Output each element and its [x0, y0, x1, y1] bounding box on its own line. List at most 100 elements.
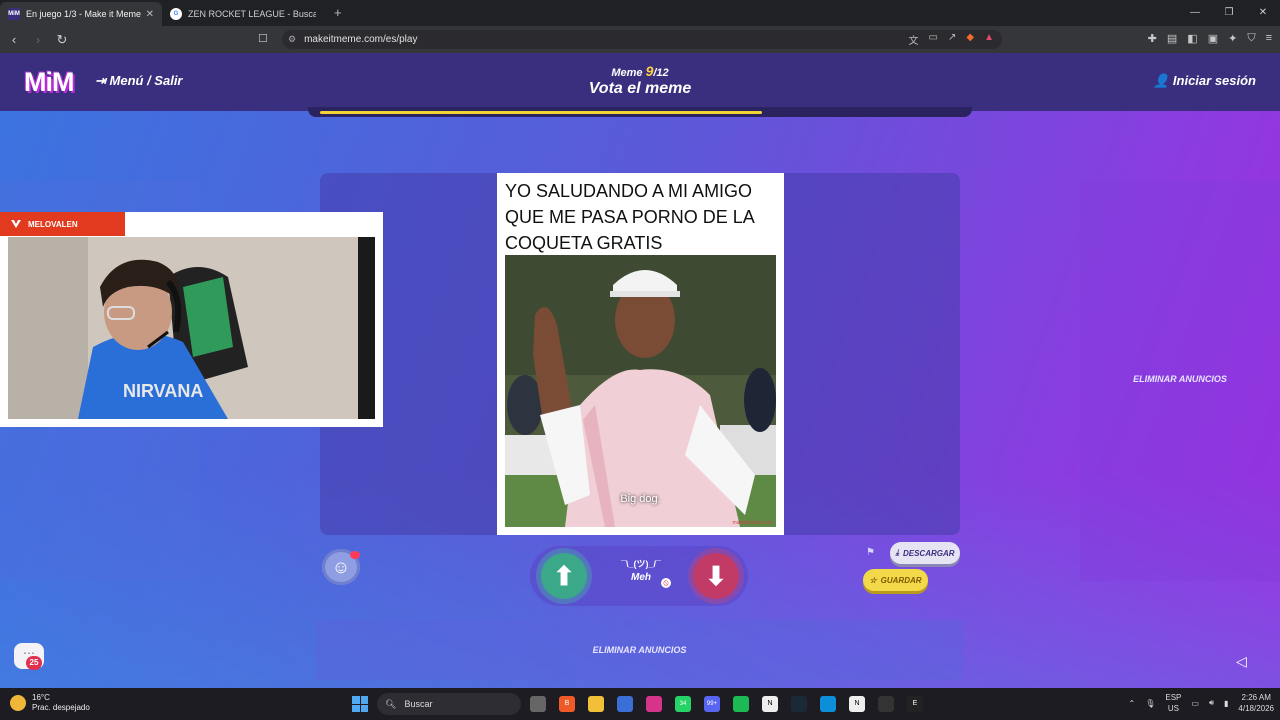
site-info-icon[interactable]: ⚙ [288, 34, 296, 45]
vpn-icon[interactable]: ⛉ [1247, 32, 1255, 45]
meme-subtitle: Big dog. [620, 493, 661, 505]
brave-rewards-icon[interactable]: ▲ [984, 32, 994, 47]
microphone-icon[interactable]: 🎙︎ [1145, 699, 1155, 708]
extensions-icon[interactable]: ✚ [1148, 32, 1157, 45]
taskbar-search[interactable]: 🔍︎ Buscar [377, 693, 521, 715]
system-tray: ⌃ 🎙︎ ESP US ▭ 🔊︎ ▮ 2:26 AM 4/18/2026 [1129, 692, 1274, 714]
game-page: MiM ⇥ Menú / Salir Meme 9/12 Vota el mem… [0, 53, 1280, 688]
menu-icon[interactable]: ≡ [1266, 32, 1272, 45]
wallet-icon[interactable]: ▣ [1208, 32, 1218, 45]
forward-icon[interactable]: › [28, 32, 48, 47]
sound-toggle-icon[interactable]: ◁ [1236, 653, 1247, 670]
reaction-heart-icon [350, 551, 360, 559]
weather-temp: 16°C [32, 693, 50, 702]
upvote-button[interactable]: ⬆ [541, 553, 587, 599]
obs-icon[interactable] [878, 696, 894, 712]
webcam-channel-badge: MELOVALEN [0, 212, 125, 236]
windows-taskbar: 16°C Prac. despejado 🔍︎ Buscar B 34 99+ … [0, 688, 1280, 720]
close-tab-icon[interactable]: ✕ [146, 9, 154, 20]
notion-icon[interactable]: N [762, 696, 778, 712]
network-icon[interactable]: ▭ [1191, 699, 1199, 708]
arrow-up-icon: ⬆ [553, 560, 575, 591]
brave-shield-icon[interactable]: ◆ [966, 32, 974, 47]
tab-title: En juego 1/3 - Make it Meme [26, 9, 142, 19]
download-label: DESCARGAR [902, 548, 955, 558]
shrug-emoticon: ¯\_(ツ)_/¯ [621, 559, 661, 569]
task-view-icon[interactable] [530, 696, 546, 712]
report-flag-icon[interactable]: ⚑ [866, 547, 875, 558]
arrow-down-icon: ⬇ [705, 560, 727, 591]
taskbar-search-placeholder: Buscar [404, 699, 433, 709]
svg-text:NIRVANA: NIRVANA [123, 381, 203, 401]
meme-watermark: makeitmeme.com [732, 520, 772, 526]
share-icon[interactable]: ↗ [948, 32, 956, 47]
epic-games-icon[interactable]: E [907, 696, 923, 712]
file-explorer-icon[interactable] [588, 696, 604, 712]
cast-icon[interactable]: ▭ [929, 32, 938, 47]
restore-icon[interactable]: ❐ [1212, 0, 1246, 26]
channel-logo-icon [10, 218, 22, 232]
address-bar: ‹ › ↻ ☐ ⚙ makeitmeme.com/es/play 文 ▭ ↗ ◆… [0, 26, 1280, 53]
minimize-icon[interactable]: — [1178, 0, 1212, 26]
clock[interactable]: 2:26 AM 4/18/2026 [1238, 692, 1274, 714]
round-indicator: Meme 9/12 Vota el meme [0, 63, 1280, 98]
new-tab-icon[interactable]: + [334, 5, 342, 26]
tab-make-it-meme[interactable]: MiM En juego 1/3 - Make it Meme ✕ [0, 2, 162, 26]
save-button[interactable]: ☆ GUARDAR [863, 569, 928, 591]
weather-moon-icon [10, 695, 26, 711]
url-text: makeitmeme.com/es/play [304, 34, 418, 45]
remove-ads-link-bottom[interactable]: ELIMINAR ANUNCIOS [593, 645, 687, 655]
search-icon: 🔍︎ [385, 698, 397, 709]
edge-icon[interactable] [820, 696, 836, 712]
leo-ai-icon[interactable]: ✦ [1228, 32, 1237, 45]
page-title: Vota el meme [588, 80, 692, 97]
round-total: /12 [653, 67, 669, 79]
show-hidden-icons-icon[interactable]: ⌃ [1129, 699, 1136, 708]
meh-label: Meh [631, 572, 651, 583]
reload-icon[interactable]: ↻ [52, 32, 72, 48]
sidebar-icon[interactable]: ◧ [1187, 32, 1197, 45]
spotify-icon[interactable] [733, 696, 749, 712]
instagram-icon[interactable] [646, 696, 662, 712]
store-icon[interactable] [617, 696, 633, 712]
translate-icon[interactable]: 文 [909, 32, 919, 47]
browser-tabstrip: MiM En juego 1/3 - Make it Meme ✕ G ZEN … [0, 0, 1280, 26]
downvote-button[interactable]: ⬇ [693, 553, 739, 599]
weather-widget[interactable]: 16°C Prac. despejado [10, 693, 90, 713]
login-button[interactable]: 👤 Iniciar sesión [1153, 73, 1256, 89]
whatsapp-icon[interactable]: 34 [675, 696, 691, 712]
weather-desc: Prac. despejado [32, 703, 90, 712]
discord-icon[interactable]: 99+ [704, 696, 720, 712]
tab-google-search[interactable]: G ZEN ROCKET LEAGUE - Buscar con G [162, 2, 324, 26]
meme-image: Big dog. makeitmeme.com [505, 255, 776, 527]
meme-card: YO SALUDANDO A MI AMIGO QUE ME PASA PORN… [497, 173, 784, 535]
url-field[interactable]: ⚙ makeitmeme.com/es/play 文 ▭ ↗ ◆ ▲ [282, 30, 1002, 49]
user-icon: 👤 [1153, 73, 1170, 88]
clock-date: 4/18/2026 [1238, 704, 1274, 713]
save-label: GUARDAR [880, 575, 922, 585]
windows-start-icon[interactable] [352, 696, 368, 712]
url-actions: 文 ▭ ↗ ◆ ▲ [909, 32, 994, 47]
language-indicator[interactable]: ESP US [1165, 692, 1181, 714]
chat-unread-badge: 25 [26, 656, 42, 670]
round-prefix: Meme [611, 67, 643, 79]
volume-icon[interactable]: 🔊︎ [1209, 698, 1214, 708]
back-icon[interactable]: ‹ [4, 32, 24, 47]
media-icon[interactable]: ▤ [1167, 32, 1177, 45]
notion-app-icon[interactable]: N [849, 696, 865, 712]
star-icon: ☆ [869, 575, 877, 585]
meme-photo-illustration [505, 255, 776, 527]
download-button[interactable]: ⤓ DESCARGAR [890, 542, 960, 564]
meh-button[interactable]: ¯\_(ツ)_/¯ Meh ⦸ [598, 557, 684, 591]
window-controls: — ❐ ✕ [1178, 0, 1280, 26]
close-window-icon[interactable]: ✕ [1246, 0, 1280, 26]
bookmark-icon[interactable]: ☐ [258, 32, 268, 45]
steam-icon[interactable] [791, 696, 807, 712]
remove-ads-link-side[interactable]: ELIMINAR ANUNCIOS [1080, 374, 1280, 384]
battery-icon[interactable]: ▮ [1224, 699, 1228, 708]
streamer-webcam: MELOVALEN NIRVANA [0, 212, 383, 427]
login-label: Iniciar sesión [1172, 73, 1256, 88]
browser-toolbar-icons: ✚ ▤ ◧ ▣ ✦ ⛉ ≡ [1148, 32, 1272, 45]
brave-icon[interactable]: B [559, 696, 575, 712]
reaction-button[interactable]: ☺ [322, 549, 360, 585]
